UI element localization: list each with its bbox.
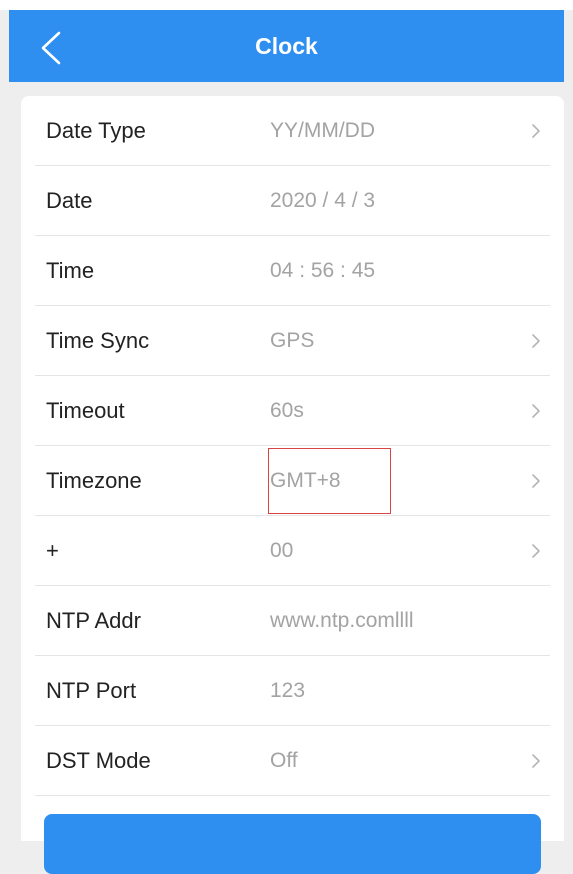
chevron-right-icon: [532, 754, 540, 768]
setting-label: DST Mode: [46, 748, 151, 773]
setting-label: NTP Port: [46, 678, 137, 703]
setting-label: Timeout: [46, 398, 125, 423]
row-divider: [35, 795, 550, 796]
setting-value: 00: [270, 539, 294, 562]
setting-row-dst-mode[interactable]: DST Mode Off: [21, 726, 564, 796]
chevron-right-icon: [532, 474, 540, 488]
setting-label: Date: [46, 188, 93, 213]
setting-value: 04 : 56 : 45: [270, 259, 376, 282]
setting-label: Date Type: [46, 118, 146, 143]
page-title: Clock: [255, 32, 318, 59]
setting-value: GPS: [270, 329, 315, 352]
setting-label: Time Sync: [46, 328, 150, 353]
nav-bar: Clock: [9, 10, 564, 82]
setting-value: 2020 / 4 / 3: [270, 189, 376, 212]
setting-label: NTP Addr: [46, 608, 141, 633]
back-arrow-icon[interactable]: [37, 30, 67, 66]
setting-label: Timezone: [46, 468, 142, 493]
setting-row-ntp-port[interactable]: NTP Port 123: [21, 656, 564, 726]
setting-row-ntp-addr[interactable]: NTP Addr www.ntp.comllll: [21, 586, 564, 656]
chevron-right-icon: [532, 334, 540, 348]
setting-row-plus[interactable]: +00: [21, 516, 564, 586]
setting-row-time[interactable]: Time 04 : 56 : 45: [21, 236, 564, 306]
setting-value: www.ntp.comllll: [270, 609, 414, 632]
setting-row-timeout[interactable]: Timeout 60s: [21, 376, 564, 446]
top-strip: [0, 0, 573, 10]
settings-card: Date Type YY/MM/DD Date 2020 / 4 / 3 Time 04 …: [21, 96, 564, 874]
setting-row-date[interactable]: Date 2020 / 4 / 3: [21, 166, 564, 236]
setting-row-time-sync[interactable]: Time Sync GPS: [21, 306, 564, 376]
save-button[interactable]: [44, 814, 541, 874]
chevron-right-icon: [532, 404, 540, 418]
setting-label: Time: [46, 258, 95, 283]
setting-value: Off: [270, 749, 298, 772]
timezone-highlight-box: [268, 448, 391, 514]
setting-value: 123: [270, 679, 306, 702]
setting-row-date-type[interactable]: Date Type YY/MM/DD: [21, 96, 564, 166]
chevron-right-icon: [532, 124, 540, 138]
setting-value: YY/MM/DD: [270, 119, 375, 142]
chevron-right-icon: [532, 544, 540, 558]
setting-label: +: [46, 538, 59, 563]
setting-value: 60s: [270, 399, 304, 422]
